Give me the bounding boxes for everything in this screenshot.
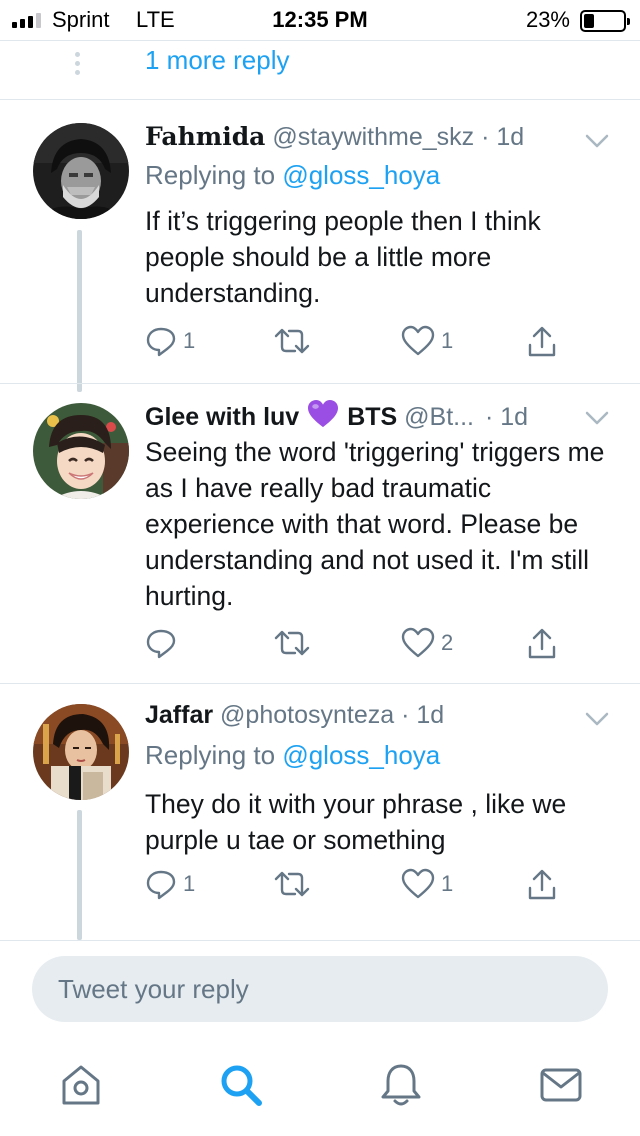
heart-icon [401, 627, 435, 658]
replying-prefix: Replying to [145, 160, 276, 190]
more-replies-link[interactable]: 1 more reply [145, 45, 290, 76]
search-tab[interactable] [218, 1062, 264, 1113]
handle[interactable]: @staywithme_skz [272, 123, 474, 151]
mail-icon [540, 1068, 582, 1102]
tweet-actions: 1 1 [145, 868, 585, 908]
like-button[interactable]: 1 [401, 325, 453, 357]
reply-button[interactable]: 1 [145, 325, 195, 357]
purple-heart-icon [307, 399, 339, 436]
tweet-header: Fahmida @staywithme_skz · 1d [145, 122, 524, 152]
reply-icon [146, 870, 176, 900]
reply-box[interactable] [32, 956, 608, 1022]
reply-icon [146, 629, 176, 659]
bottom-nav [0, 1040, 640, 1136]
replying-to: Replying to @gloss_hoya [145, 740, 440, 771]
home-icon [62, 1065, 100, 1105]
tweet[interactable]: Fahmida @staywithme_skz · 1d Replying to… [0, 100, 640, 392]
display-name[interactable]: Fahmida [145, 122, 265, 151]
thread-dots-icon [75, 52, 80, 75]
retweet-icon [274, 630, 310, 656]
tweet-text: They do it with your phrase , like we pu… [145, 789, 567, 855]
share-button[interactable] [525, 627, 559, 661]
chevron-down-icon[interactable] [584, 106, 610, 159]
more-replies-row[interactable]: 1 more reply [0, 40, 640, 100]
retweet-button[interactable] [273, 627, 317, 659]
replying-mention-link[interactable]: @gloss_hoya [282, 160, 440, 190]
battery-icon [580, 10, 630, 32]
retweet-icon [274, 328, 310, 354]
reply-count: 1 [183, 328, 196, 353]
retweet-button[interactable] [273, 868, 317, 900]
messages-tab[interactable] [538, 1062, 584, 1113]
share-icon [528, 869, 556, 900]
share-button[interactable] [525, 868, 559, 902]
display-name-part1[interactable]: Glee with luv [145, 403, 299, 431]
share-button[interactable] [525, 325, 559, 359]
display-name[interactable]: Jaffar [145, 701, 213, 729]
tweet-text: Seeing the word 'triggering' triggers me… [145, 437, 605, 611]
like-button[interactable]: 1 [401, 868, 453, 900]
tweet-header: Jaffar @photosynteza · 1d [145, 701, 444, 730]
avatar[interactable] [33, 704, 129, 800]
bell-icon [381, 1064, 421, 1106]
notifications-tab[interactable] [378, 1062, 424, 1113]
retweet-icon [274, 871, 310, 897]
like-count: 1 [441, 328, 454, 353]
replying-mention-link[interactable]: @gloss_hoya [282, 740, 440, 770]
like-count: 1 [441, 871, 454, 896]
battery-percent: 23% [525, 7, 570, 32]
search-icon [221, 1065, 262, 1106]
like-button[interactable]: 2 [401, 627, 453, 659]
reply-count: 1 [183, 871, 196, 896]
chevron-down-icon[interactable] [584, 690, 610, 737]
reply-button[interactable]: 1 [145, 868, 195, 900]
handle[interactable]: @photosynteza [220, 701, 394, 729]
status-bar: Sprint LTE 12:35 PM 23% [0, 0, 640, 40]
timestamp: · 1d [481, 123, 525, 151]
home-tab[interactable] [58, 1062, 104, 1113]
handle[interactable]: @Bt... [404, 403, 474, 431]
thread-line [77, 810, 82, 940]
avatar[interactable] [33, 123, 129, 219]
timestamp: · 1d [401, 701, 445, 729]
share-icon [528, 628, 556, 659]
reply-icon [146, 327, 176, 357]
tweet[interactable]: Jaffar @photosynteza · 1d Replying to @g… [0, 684, 640, 940]
heart-icon [401, 868, 435, 899]
avatar[interactable] [33, 403, 129, 499]
reply-button[interactable] [145, 627, 183, 659]
like-count: 2 [441, 630, 454, 655]
timestamp: · 1d [484, 403, 529, 431]
tweet-actions: 2 [145, 627, 585, 667]
heart-icon [401, 325, 435, 356]
divider [0, 940, 640, 941]
replying-to: Replying to @gloss_hoya [145, 160, 440, 191]
tweet-reply-input[interactable] [32, 956, 608, 1022]
share-icon [528, 326, 556, 357]
display-name-part2[interactable]: BTS [347, 403, 397, 431]
tweet-header: Glee with luv BTS @Bt... · 1d [145, 399, 528, 436]
retweet-button[interactable] [273, 325, 317, 357]
replying-prefix: Replying to [145, 740, 276, 770]
tweet-actions: 1 1 [145, 325, 585, 365]
chevron-down-icon[interactable] [584, 389, 610, 436]
thread-line [77, 230, 82, 392]
tweet[interactable]: Glee with luv BTS @Bt... · 1d Seeing the … [0, 383, 640, 683]
tweet-text: If it’s triggering people then I think p… [145, 206, 541, 308]
